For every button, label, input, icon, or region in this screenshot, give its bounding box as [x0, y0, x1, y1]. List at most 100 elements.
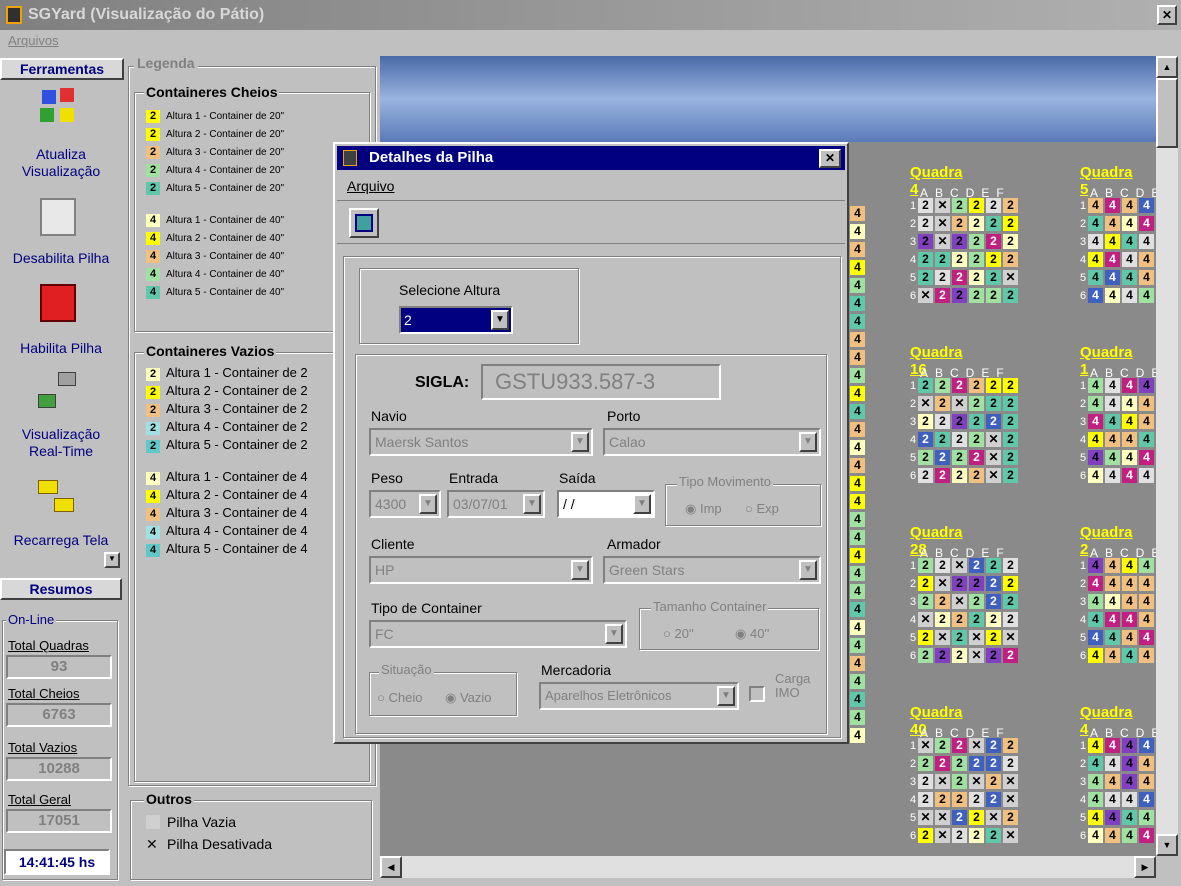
stack-cell[interactable]: 2 — [1003, 252, 1018, 267]
stack-cell[interactable]: 2 — [986, 216, 1001, 231]
stack-cell[interactable]: 4 — [1105, 432, 1120, 447]
stack-cell[interactable]: 2 — [935, 288, 950, 303]
stack-cell[interactable]: 4 — [1088, 594, 1103, 609]
stack-cell[interactable]: 4 — [1139, 756, 1154, 771]
stack-cell[interactable]: 4 — [1122, 288, 1137, 303]
stack-cell[interactable]: 4 — [1139, 450, 1154, 465]
stack-cell[interactable]: ✕ — [969, 648, 984, 663]
stack-cell[interactable]: 2 — [918, 270, 933, 285]
radio-exp[interactable]: ○ Exp — [745, 501, 779, 516]
stack-cell[interactable]: 2 — [935, 252, 950, 267]
chevron-down-icon[interactable]: ▼ — [523, 494, 541, 514]
stack-cell[interactable]: 4 — [1088, 414, 1103, 429]
stack-cell[interactable]: 2 — [1003, 810, 1018, 825]
stack-cell[interactable]: 4 — [1088, 810, 1103, 825]
stack-cell[interactable]: 4 — [1122, 774, 1137, 789]
stack-cell[interactable]: 2 — [1003, 198, 1018, 213]
tool-realtime[interactable]: Visualização Real-Time — [0, 368, 122, 468]
stack-cell[interactable]: 4 — [1139, 792, 1154, 807]
stack-cell[interactable]: 4 — [1122, 414, 1137, 429]
stack-cell[interactable]: ✕ — [986, 432, 1001, 447]
radio-cheio[interactable]: ○ Cheio — [377, 690, 422, 705]
stack-cell[interactable]: 2 — [952, 774, 967, 789]
stack-cell[interactable]: 2 — [952, 234, 967, 249]
stack-cell[interactable]: 2 — [969, 828, 984, 843]
stack-cell[interactable]: 2 — [918, 774, 933, 789]
stack-cell[interactable]: 4 — [1139, 432, 1154, 447]
stack-cell[interactable]: 4 — [1139, 558, 1154, 573]
stack-cell[interactable]: 2 — [918, 576, 933, 591]
stack-cell[interactable]: ✕ — [1003, 828, 1018, 843]
stack-cell[interactable]: 2 — [952, 738, 967, 753]
tool-desabilita[interactable]: Desabilita Pilha — [0, 198, 122, 273]
stack-cell[interactable]: 4 — [1088, 648, 1103, 663]
chevron-down-icon[interactable]: ▼ — [799, 432, 817, 452]
stack-cell[interactable]: 2 — [969, 756, 984, 771]
stack-cell[interactable]: 2 — [1003, 450, 1018, 465]
stack-cell[interactable]: 4 — [850, 656, 865, 671]
stack-cell[interactable]: ✕ — [1003, 792, 1018, 807]
stack-cell[interactable]: 4 — [1139, 810, 1154, 825]
stack-cell[interactable]: 4 — [1088, 378, 1103, 393]
stack-cell[interactable]: 4 — [1122, 432, 1137, 447]
stack-cell[interactable]: 4 — [1139, 396, 1154, 411]
stack-cell[interactable]: ✕ — [935, 576, 950, 591]
scroll-right-button[interactable]: ▶ — [1134, 856, 1156, 878]
stack-cell[interactable]: 2 — [986, 378, 1001, 393]
stack-cell[interactable]: 4 — [1122, 234, 1137, 249]
stack-cell[interactable]: 4 — [1139, 288, 1154, 303]
stack-cell[interactable]: 2 — [969, 792, 984, 807]
stack-cell[interactable]: 2 — [952, 468, 967, 483]
stack-cell[interactable]: 4 — [1105, 630, 1120, 645]
stack-cell[interactable]: 4 — [850, 692, 865, 707]
stack-cell[interactable]: 4 — [1105, 414, 1120, 429]
stack-cell[interactable]: 2 — [918, 468, 933, 483]
stack-cell[interactable]: 4 — [1105, 270, 1120, 285]
stack-cell[interactable]: ✕ — [918, 810, 933, 825]
stack-cell[interactable]: 4 — [1088, 756, 1103, 771]
saida-select[interactable]: / / ▼ — [557, 490, 655, 518]
stack-cell[interactable]: 2 — [918, 630, 933, 645]
stack-cell[interactable]: 4 — [850, 314, 865, 329]
ferramentas-header[interactable]: Ferramentas — [0, 58, 124, 80]
stack-cell[interactable]: 4 — [1139, 468, 1154, 483]
stack-cell[interactable]: 2 — [969, 378, 984, 393]
stack-cell[interactable]: 2 — [918, 234, 933, 249]
stack-cell[interactable]: 4 — [1139, 738, 1154, 753]
stack-cell[interactable]: 4 — [1139, 234, 1154, 249]
sidebar-scroll-down[interactable]: ▼ — [104, 552, 120, 568]
stack-cell[interactable]: 4 — [1088, 234, 1103, 249]
stack-cell[interactable]: 4 — [850, 242, 865, 257]
stack-cell[interactable]: 2 — [986, 828, 1001, 843]
stack-cell[interactable]: 4 — [1139, 576, 1154, 591]
stack-cell[interactable]: 2 — [952, 288, 967, 303]
stack-cell[interactable]: 4 — [1088, 630, 1103, 645]
navio-select[interactable]: Maersk Santos ▼ — [369, 428, 593, 456]
stack-cell[interactable]: 4 — [1088, 432, 1103, 447]
stack-cell[interactable]: 4 — [1122, 810, 1137, 825]
stack-cell[interactable]: 2 — [986, 576, 1001, 591]
stack-cell[interactable]: 4 — [1122, 792, 1137, 807]
stack-cell[interactable]: 2 — [935, 378, 950, 393]
stack-cell[interactable]: 4 — [1122, 468, 1137, 483]
stack-cell[interactable]: 4 — [1105, 612, 1120, 627]
stack-cell[interactable]: 4 — [850, 674, 865, 689]
stack-cell[interactable]: 4 — [850, 368, 865, 383]
stack-cell[interactable]: 2 — [935, 594, 950, 609]
stack-cell[interactable]: 2 — [1003, 414, 1018, 429]
stack-cell[interactable]: 2 — [952, 756, 967, 771]
stack-cell[interactable]: 4 — [850, 332, 865, 347]
stack-cell[interactable]: 4 — [850, 512, 865, 527]
stack-cell[interactable]: 4 — [1088, 576, 1103, 591]
stack-cell[interactable]: 2 — [986, 558, 1001, 573]
stack-cell[interactable]: 2 — [986, 756, 1001, 771]
stack-cell[interactable]: 4 — [1122, 648, 1137, 663]
stack-cell[interactable]: 4 — [850, 224, 865, 239]
stack-cell[interactable]: ✕ — [935, 198, 950, 213]
scroll-down-button[interactable]: ▼ — [1156, 834, 1178, 856]
stack-cell[interactable]: 4 — [1122, 270, 1137, 285]
peso-select[interactable]: 4300 ▼ — [369, 490, 441, 518]
stack-cell[interactable]: 4 — [1105, 756, 1120, 771]
stack-cell[interactable]: 2 — [918, 792, 933, 807]
stack-cell[interactable]: 2 — [1003, 432, 1018, 447]
